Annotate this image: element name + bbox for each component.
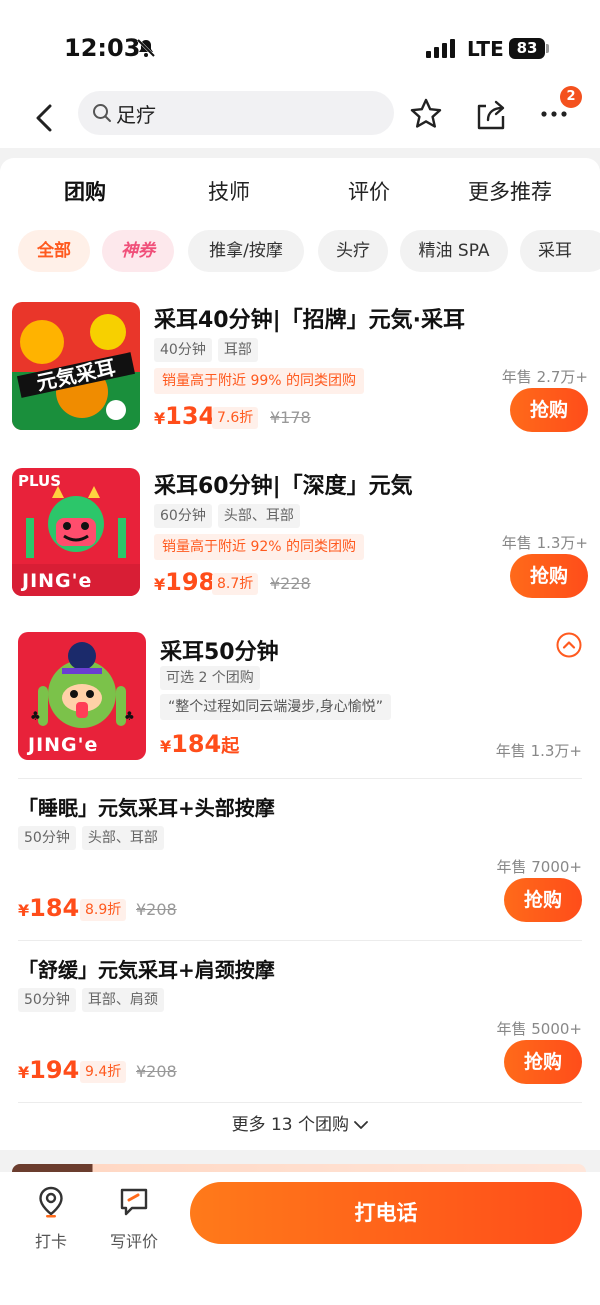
- svg-text:♣: ♣: [30, 709, 41, 723]
- status-bar: 12:03 LTE 83: [0, 0, 600, 88]
- chip-all[interactable]: 全部: [18, 230, 90, 272]
- favorite-star-icon[interactable]: [408, 96, 444, 136]
- tab-bar: 团购 技师 评价 更多推荐: [0, 176, 600, 216]
- share-icon[interactable]: [474, 96, 508, 136]
- original-price: ¥228: [270, 574, 311, 593]
- deal-price: ¥198: [154, 568, 216, 596]
- body-part-tag: 头部、耳部: [217, 504, 300, 528]
- chip-spa[interactable]: 精油 SPA: [400, 230, 508, 272]
- search-bar[interactable]: [78, 91, 394, 135]
- original-price: ¥208: [136, 900, 177, 919]
- signal-icon: [426, 38, 458, 62]
- buy-button[interactable]: 抢购: [510, 388, 588, 432]
- collapse-up-icon[interactable]: [556, 632, 582, 658]
- discount-badge: 9.4折: [80, 1061, 127, 1083]
- sub-deal-title: 「睡眠」元気采耳+头部按摩: [18, 796, 275, 820]
- battery-icon: 83: [509, 38, 545, 59]
- sub-deal-title: 「舒缓」元気采耳+肩颈按摩: [18, 958, 275, 982]
- deal-tags: 40分钟 耳部: [154, 338, 264, 362]
- buy-button[interactable]: 抢购: [510, 554, 588, 598]
- checkin-label: 打卡: [34, 1232, 67, 1251]
- option-count-tag: 可选 2 个团购: [160, 666, 260, 690]
- annual-sales: 年售 1.3万+: [501, 534, 588, 552]
- annual-sales: 年售 7000+: [496, 858, 582, 876]
- chip-massage[interactable]: 推拿/按摩: [188, 230, 304, 272]
- write-review-icon: [118, 1188, 150, 1222]
- thumb-brand-label: JING'e: [28, 734, 99, 756]
- deal-tags: 60分钟 头部、耳部: [154, 504, 306, 528]
- call-button[interactable]: 打电话: [190, 1182, 582, 1244]
- chip-coupon[interactable]: 神券: [102, 230, 174, 272]
- divider: [18, 1102, 582, 1103]
- message-badge: 2: [560, 86, 582, 108]
- discount-badge: 8.7折: [212, 573, 259, 595]
- chevron-down-icon: [354, 1115, 369, 1135]
- thumb-plus-label: PLUS: [18, 472, 62, 490]
- svg-text:♣: ♣: [124, 709, 135, 723]
- network-type: LTE: [467, 37, 504, 61]
- thumb-brand-label: JING'e: [22, 570, 93, 592]
- original-price: ¥208: [136, 1062, 177, 1081]
- body-part-tag: 耳部、肩颈: [81, 988, 164, 1012]
- deal-thumbnail: 元気采耳: [12, 302, 140, 430]
- sales-rank-badge: 销量高于附近 99% 的同类团购: [154, 368, 365, 394]
- deal-title: 采耳40分钟|「招牌」元気·采耳: [154, 308, 466, 333]
- discount-badge: 7.6折: [212, 407, 259, 429]
- body-part-tag: 头部、耳部: [81, 826, 164, 850]
- duration-tag: 50分钟: [18, 826, 76, 850]
- sub-deal-price: ¥194: [18, 1056, 80, 1084]
- checkin-button[interactable]: 打卡: [16, 1186, 86, 1252]
- body-part-tag: 耳部: [217, 338, 258, 362]
- duration-tag: 40分钟: [154, 338, 212, 362]
- divider: [18, 778, 582, 779]
- annual-sales: 年售 1.3万+: [495, 742, 582, 760]
- search-icon: [92, 103, 112, 127]
- battery-tip: [546, 44, 549, 53]
- category-chips: 全部 神券 推拿/按摩 头疗 精油 SPA 采耳: [0, 230, 600, 274]
- back-arrow-icon[interactable]: [30, 98, 60, 138]
- bottom-action-bar: 打卡 写评价 打电话: [0, 1172, 600, 1305]
- original-price: ¥178: [270, 408, 311, 427]
- deal-price: ¥134: [154, 402, 216, 430]
- duration-tag: 50分钟: [18, 988, 76, 1012]
- group-title: 采耳50分钟: [160, 640, 279, 665]
- sub-deal-tags: 50分钟 头部、耳部: [18, 826, 170, 850]
- sub-deal-tags: 50分钟 耳部、肩颈: [18, 988, 170, 1012]
- divider: [18, 940, 582, 941]
- annual-sales: 年售 2.7万+: [501, 368, 588, 386]
- buy-button[interactable]: 抢购: [504, 1040, 582, 1084]
- chip-head-therapy[interactable]: 头疗: [318, 230, 388, 272]
- group-thumbnail: ♣ ♣ JING'e: [18, 632, 146, 760]
- deal-thumbnail: PLUS JING'e: [12, 468, 140, 596]
- write-review-button[interactable]: 写评价: [99, 1186, 169, 1252]
- deals-card: 团购 技师 评价 更多推荐 全部 神券 推拿/按摩 头疗 精油 SPA 采耳 元…: [0, 158, 600, 1150]
- discount-badge: 8.9折: [80, 899, 127, 921]
- deal-title: 采耳60分钟|「深度」元気: [154, 474, 413, 499]
- chip-ear-cleaning[interactable]: 采耳: [520, 230, 600, 272]
- sub-deal-price: ¥184: [18, 894, 80, 922]
- duration-tag: 60分钟: [154, 504, 212, 528]
- tab-more-recommend[interactable]: 更多推荐: [468, 176, 552, 206]
- tab-group-buy[interactable]: 团购: [64, 176, 106, 210]
- location-pin-icon: [36, 1186, 66, 1222]
- more-deals-label: 更多 13 个团购: [231, 1115, 350, 1135]
- group-tags: 可选 2 个团购: [160, 666, 266, 690]
- tab-reviews[interactable]: 评价: [348, 176, 390, 206]
- write-review-label: 写评价: [109, 1232, 158, 1251]
- status-time: 12:03: [64, 34, 141, 62]
- sales-rank-badge: 销量高于附近 92% 的同类团购: [154, 534, 365, 560]
- bell-muted-icon: [136, 38, 156, 62]
- review-quote: “整个过程如同云端漫步,身心愉悦”: [160, 694, 391, 720]
- group-price: ¥184起: [160, 730, 240, 758]
- tab-technician[interactable]: 技师: [208, 176, 250, 206]
- nav-bar: 2: [0, 86, 600, 148]
- buy-button[interactable]: 抢购: [504, 878, 582, 922]
- annual-sales: 年售 5000+: [496, 1020, 582, 1038]
- search-input[interactable]: [116, 97, 376, 129]
- more-deals-link[interactable]: 更多 13 个团购: [0, 1110, 600, 1135]
